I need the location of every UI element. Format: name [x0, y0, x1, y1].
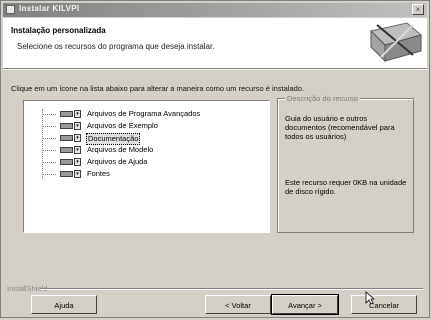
feature-description-group: Descrição do recurso Guia do usuário e o… [277, 94, 414, 233]
drive-icon[interactable]: ▾ [60, 146, 81, 154]
tree-item-label: Arquivos de Programa Avançados [87, 109, 201, 118]
tree-item-label: Fontes [87, 169, 110, 178]
description-legend: Descrição do recurso [285, 94, 360, 103]
header-band: Instalação personalizada Selecione os re… [3, 18, 427, 69]
help-button[interactable]: Ajuda [31, 295, 97, 314]
chevron-down-icon[interactable]: ▾ [74, 146, 81, 154]
mouse-cursor-icon [365, 291, 375, 305]
page-subtitle: Selecione os recursos do programa que de… [17, 42, 215, 51]
window-title: Instalar KILVPI [19, 4, 80, 13]
chevron-down-icon[interactable]: ▾ [74, 122, 81, 130]
drive-icon[interactable]: ▾ [60, 122, 81, 130]
tree-item-documentation[interactable]: ▾ Documentação [24, 132, 264, 145]
drive-icon[interactable]: ▾ [60, 134, 81, 142]
tree-item-template-files[interactable]: ▾ Arquivos de Modelo [24, 144, 264, 156]
header-separator [3, 69, 427, 70]
feature-requirement: Este recurso requer 0KB na unidade de di… [285, 178, 407, 196]
title-bar[interactable]: Instalar KILVPI × [3, 3, 427, 17]
drive-icon[interactable]: ▾ [60, 170, 81, 178]
feature-description: Guia do usuário e outros documentos (rec… [285, 114, 395, 141]
close-button[interactable]: × [412, 4, 424, 15]
next-button[interactable]: Avançar > [271, 294, 339, 315]
tree-item-sample-files[interactable]: ▾ Arquivos de Exemplo [24, 120, 264, 132]
drive-icon[interactable]: ▾ [60, 110, 81, 118]
chevron-down-icon[interactable]: ▾ [74, 170, 81, 178]
tree-item-fonts[interactable]: ▾ Fontes [24, 168, 264, 180]
instruction-text: Clique em um ícone na lista abaixo para … [11, 84, 305, 93]
chevron-down-icon[interactable]: ▾ [74, 110, 81, 118]
tree-item-label: Arquivos de Modelo [87, 145, 154, 154]
app-icon [6, 5, 15, 14]
tree-item-label: Arquivos de Exemplo [87, 121, 158, 130]
tree-item-help-files[interactable]: ▾ Arquivos de Ajuda [24, 156, 264, 168]
back-button[interactable]: < Voltar [205, 295, 271, 314]
installer-logo-icon [370, 22, 423, 63]
tree-item-label: Arquivos de Ajuda [87, 157, 148, 166]
installer-window: Instalar KILVPI × Instalação personaliza… [0, 0, 430, 318]
chevron-down-icon[interactable]: ▾ [74, 134, 81, 142]
cancel-button[interactable]: Cancelar [351, 295, 417, 314]
footer-separator [41, 288, 423, 290]
feature-tree[interactable]: ▾ Arquivos de Programa Avançados ▾ Arqui… [23, 100, 270, 233]
tree-item-advanced-program-files[interactable]: ▾ Arquivos de Programa Avançados [24, 108, 264, 120]
chevron-down-icon[interactable]: ▾ [74, 158, 81, 166]
page-title: Instalação personalizada [11, 26, 106, 35]
drive-icon[interactable]: ▾ [60, 158, 81, 166]
